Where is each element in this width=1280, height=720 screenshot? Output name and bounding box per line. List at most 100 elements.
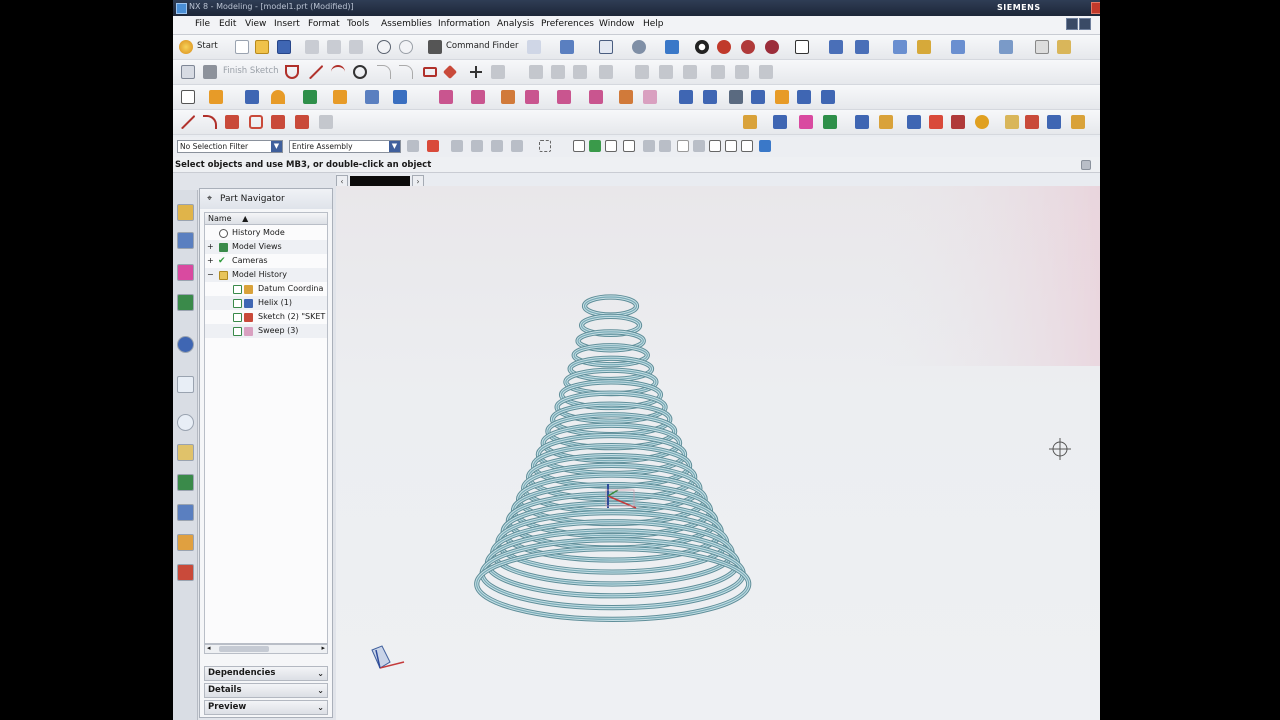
expand-icon[interactable]: +: [207, 254, 214, 268]
constraint-icon[interactable]: [659, 65, 673, 79]
system-materials-icon[interactable]: [177, 444, 194, 461]
menu-file[interactable]: File: [195, 19, 210, 29]
section-view-icon[interactable]: [741, 40, 755, 54]
dimension-icon[interactable]: [635, 65, 649, 79]
edge-blend-icon[interactable]: [439, 90, 453, 104]
snap-tangent-icon[interactable]: [741, 140, 753, 152]
copy-icon[interactable]: [327, 40, 341, 54]
point-icon[interactable]: [469, 65, 483, 79]
history-icon[interactable]: [177, 414, 194, 431]
checkbox-icon[interactable]: [233, 285, 242, 294]
menu-edit[interactable]: Edit: [219, 19, 236, 29]
collapse-icon[interactable]: −: [207, 268, 214, 282]
rectangle-icon[interactable]: [423, 67, 437, 77]
thicken-icon[interactable]: [821, 90, 835, 104]
curve-on-surface-icon[interactable]: [855, 115, 869, 129]
nav-item-sweep[interactable]: Sweep (3): [205, 324, 327, 338]
trim-curve-icon[interactable]: [929, 115, 943, 129]
project-curve-icon[interactable]: [319, 115, 333, 129]
layer-icon[interactable]: [795, 40, 809, 54]
assembly-icon[interactable]: [893, 40, 907, 54]
extrude-icon[interactable]: [209, 90, 223, 104]
variational-sweep-icon[interactable]: [729, 90, 743, 104]
datum-plane-icon[interactable]: [365, 90, 379, 104]
select-curve-icon[interactable]: [511, 140, 523, 152]
snap-center-icon[interactable]: [643, 140, 655, 152]
join-curve-icon[interactable]: [1005, 115, 1019, 129]
redo-icon[interactable]: [399, 40, 413, 54]
checkbox-icon[interactable]: [233, 327, 242, 336]
nav-item-history-mode[interactable]: History Mode: [205, 226, 327, 240]
paste-icon[interactable]: [349, 40, 363, 54]
snap-endpoint-icon[interactable]: [573, 140, 585, 152]
sketch-icon[interactable]: [181, 65, 195, 79]
edit-icon[interactable]: [1057, 40, 1071, 54]
fillet-icon[interactable]: [377, 65, 391, 79]
horizontal-scrollbar[interactable]: ◂ ▸: [204, 644, 328, 654]
revolve-icon[interactable]: [245, 90, 259, 104]
show-constraints-icon[interactable]: [711, 65, 725, 79]
scroll-right-icon[interactable]: ▸: [321, 644, 325, 652]
trim-body-icon[interactable]: [619, 90, 633, 104]
move-object-icon[interactable]: [855, 40, 869, 54]
shell-icon[interactable]: [501, 90, 515, 104]
graphics-viewport[interactable]: [336, 186, 1100, 720]
attributes-icon[interactable]: [999, 40, 1013, 54]
scroll-left-icon[interactable]: ◂: [207, 644, 211, 652]
menu-window[interactable]: Window: [599, 19, 635, 29]
polygon-icon[interactable]: [442, 64, 458, 80]
snap-intersection-icon[interactable]: [623, 140, 635, 152]
auto-constraint-icon[interactable]: [683, 65, 697, 79]
menu-view[interactable]: View: [245, 19, 266, 29]
snap-cube-icon[interactable]: [759, 140, 771, 152]
nav-item-model-views[interactable]: + Model Views: [205, 240, 327, 254]
save-icon[interactable]: [277, 40, 291, 54]
part-navigator-icon[interactable]: [177, 264, 194, 281]
snap-point-on-face-icon[interactable]: [709, 140, 721, 152]
reuse-library-icon[interactable]: [177, 294, 194, 311]
offset-curve-icon[interactable]: [491, 65, 505, 79]
chamfer-feature-icon[interactable]: [471, 90, 485, 104]
corner-icon[interactable]: [573, 65, 587, 79]
unite-icon[interactable]: [303, 90, 317, 104]
shaded-cube-icon[interactable]: [665, 40, 679, 54]
start-icon[interactable]: [179, 40, 193, 54]
finish-sketch-button[interactable]: Finish Sketch: [223, 66, 279, 76]
new-sketch-icon[interactable]: [181, 90, 195, 104]
menu-assemblies[interactable]: Assemblies: [381, 19, 432, 29]
menu-format[interactable]: Format: [308, 19, 340, 29]
ruled-icon[interactable]: [751, 90, 765, 104]
snap-quadrant-icon[interactable]: [659, 140, 671, 152]
hd3d-tools-icon[interactable]: [177, 336, 194, 353]
law-curve-icon[interactable]: [271, 115, 285, 129]
isoparametric-icon[interactable]: [823, 115, 837, 129]
fit-view-icon[interactable]: [599, 40, 613, 54]
select-body-icon[interactable]: [451, 140, 463, 152]
spline-icon[interactable]: [225, 115, 239, 129]
line-icon[interactable]: [309, 65, 323, 79]
restore-window-button[interactable]: [1079, 18, 1091, 30]
details-panel[interactable]: Details ⌄: [204, 683, 328, 698]
text-curve-icon[interactable]: [1071, 115, 1085, 129]
checkbox-icon[interactable]: [233, 313, 242, 322]
snap-midpoint-icon[interactable]: [589, 140, 601, 152]
arc-icon[interactable]: [331, 65, 345, 79]
selection-filter-dropdown[interactable]: No Selection Filter ▼: [177, 140, 283, 153]
measure-icon[interactable]: [917, 40, 931, 54]
hole-icon[interactable]: [271, 90, 285, 104]
menu-tools[interactable]: Tools: [347, 19, 369, 29]
mirror-feature-icon[interactable]: [589, 90, 603, 104]
roles-icon[interactable]: [177, 534, 194, 551]
expand-icon[interactable]: +: [207, 240, 214, 254]
composite-curve-icon[interactable]: [799, 115, 813, 129]
nav-item-cameras[interactable]: + ✔ Cameras: [205, 254, 327, 268]
cut-icon[interactable]: [305, 40, 319, 54]
snap-existing-point-icon[interactable]: [677, 140, 689, 152]
menu-help[interactable]: Help: [643, 19, 664, 29]
convert-reference-icon[interactable]: [735, 65, 749, 79]
split-body-icon[interactable]: [643, 90, 657, 104]
ruler-icon[interactable]: [1035, 40, 1049, 54]
red-sphere-icon[interactable]: [717, 40, 731, 54]
profile-icon[interactable]: [285, 65, 299, 79]
nav-item-helix[interactable]: Helix (1): [205, 296, 327, 310]
